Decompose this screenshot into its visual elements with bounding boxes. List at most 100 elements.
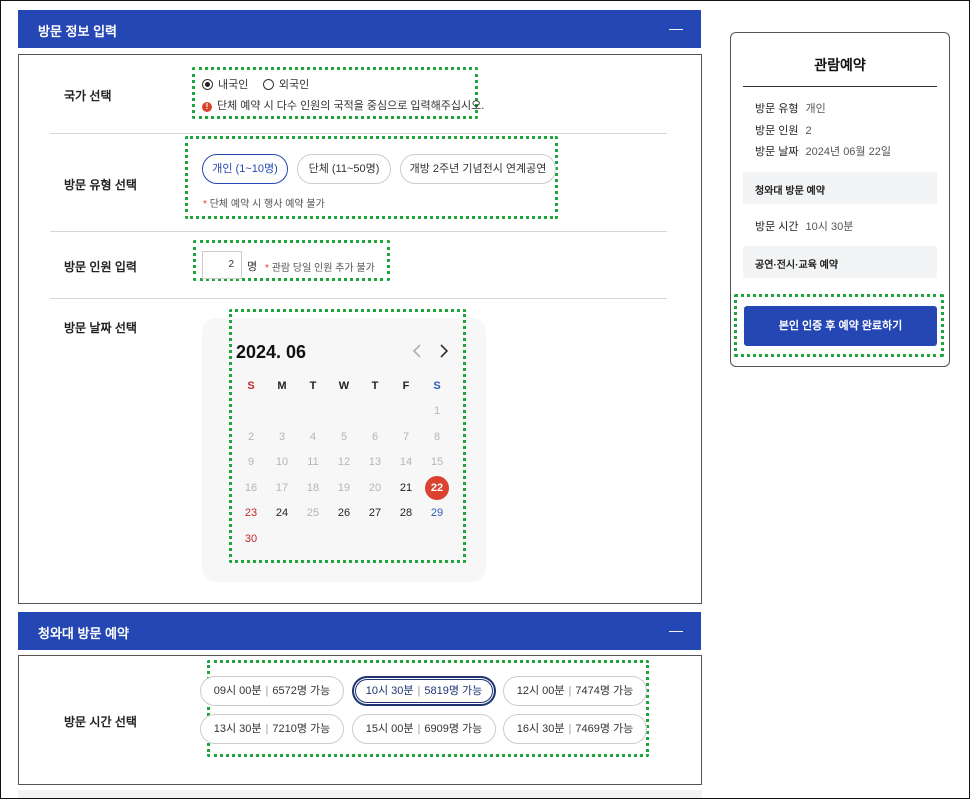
time-slot-capacity: 7210명 가능 <box>272 723 331 735</box>
chevron-left-icon[interactable] <box>412 344 422 363</box>
visit-info-header: 방문 정보 입력 — <box>18 10 701 48</box>
calendar-day: 1 <box>433 405 441 417</box>
calendar-day[interactable]: 28 <box>394 501 418 525</box>
calendar-month-title: 2024. 06 <box>236 342 307 362</box>
calendar-day: 5 <box>340 431 348 443</box>
radio-domestic-dot[interactable] <box>202 78 213 90</box>
time-slot-time: 13시 30분 <box>213 723 262 735</box>
separator: | <box>417 723 421 735</box>
visit-type-anniversary-button[interactable]: 개방 2주년 기념전시 연계공연 <box>400 154 556 184</box>
calendar-day: 8 <box>433 431 441 443</box>
time-label: 방문 시간 선택 <box>64 715 137 729</box>
nationality-label: 국가 선택 <box>64 89 112 103</box>
calendar-day: 3 <box>278 431 286 443</box>
visit-info-title: 방문 정보 입력 <box>38 24 117 39</box>
summary-key: 방문 시간 <box>755 221 799 233</box>
time-slot-button[interactable]: 09시 00분 | 6572명 가능 <box>200 676 344 706</box>
cheongwadae-header: 청와대 방문 예약 — <box>18 612 701 650</box>
summary-divider <box>743 86 937 87</box>
calendar-day: 15 <box>430 456 444 468</box>
nationality-radio-group: 내국인 외국인 <box>202 76 309 95</box>
time-slot-capacity: 6909명 가능 <box>424 723 483 735</box>
time-slot-time: 09시 00분 <box>213 685 262 697</box>
summary-value: 2024년 06월 22일 <box>805 146 891 158</box>
minus-icon[interactable]: — <box>669 622 683 638</box>
separator: | <box>417 685 421 697</box>
divider <box>50 298 667 299</box>
time-slot-time: 12시 00분 <box>516 685 565 697</box>
summary-key: 방문 인원 <box>755 125 799 137</box>
time-slot-time: 10시 30분 <box>365 685 414 697</box>
nationality-warning: ! 단체 예약 시 다수 인원의 국적을 중심으로 입력해주십시오. <box>202 97 484 113</box>
calendar-day[interactable]: 26 <box>332 501 356 525</box>
time-slot-button[interactable]: 13시 30분 | 7210명 가능 <box>200 714 344 744</box>
separator: | <box>265 723 269 735</box>
visit-type-label: 방문 유형 선택 <box>64 178 137 192</box>
weekday-header: S <box>247 380 255 392</box>
summary-row-date: 방문 날짜 2024년 06월 22일 <box>755 143 891 159</box>
calendar-day: 19 <box>337 482 351 494</box>
time-slot-capacity: 6572명 가능 <box>272 685 331 697</box>
cheongwadae-title: 청와대 방문 예약 <box>38 626 129 641</box>
chevron-right-icon[interactable] <box>439 344 449 363</box>
radio-foreign-label: 외국인 <box>278 79 310 91</box>
time-slot-button[interactable]: 10시 30분 | 5819명 가능 <box>352 676 496 706</box>
calendar-day: 7 <box>402 431 410 443</box>
date-label: 방문 날짜 선택 <box>64 321 137 335</box>
reservation-summary: 관람예약 방문 유형 개인 방문 인원 2 방문 날짜 2024년 06월 22일 청… <box>730 32 950 367</box>
summary-row-type: 방문 유형 개인 <box>755 100 826 116</box>
calendar-day: 17 <box>275 482 289 494</box>
time-slot-button[interactable]: 12시 00분 | 7474명 가능 <box>503 676 647 706</box>
minus-icon[interactable]: — <box>669 20 683 36</box>
headcount-input[interactable]: 2 <box>202 251 242 279</box>
visit-type-group-button[interactable]: 단체 (11~50명) <box>297 154 391 184</box>
time-slot-button[interactable]: 16시 30분 | 7469명 가능 <box>503 714 647 744</box>
separator: | <box>568 685 572 697</box>
visit-type-note-text: 단체 예약 시 행사 예약 불가 <box>209 199 325 210</box>
calendar-day: 12 <box>337 456 351 468</box>
calendar-day[interactable]: 27 <box>363 501 387 525</box>
calendar-day: 13 <box>368 456 382 468</box>
divider <box>50 231 667 232</box>
summary-key: 방문 유형 <box>755 103 799 115</box>
calendar-day: 20 <box>368 482 382 494</box>
weekday-header: W <box>338 380 350 392</box>
calendar-day: 10 <box>275 456 289 468</box>
calendar-day[interactable]: 24 <box>270 501 294 525</box>
radio-domestic-label: 내국인 <box>218 79 249 91</box>
weekday-header: F <box>402 380 410 392</box>
summary-value: 10시 30분 <box>805 221 854 233</box>
visit-type-individual-button[interactable]: 개인 (1~10명) <box>202 154 288 184</box>
summary-title: 관람예약 <box>814 57 866 73</box>
headcount-note: * 관람 당일 인원 추가 불가 <box>265 259 375 274</box>
calendar-day: 18 <box>306 482 320 494</box>
required-star: * <box>265 263 269 274</box>
required-star: * <box>203 199 207 210</box>
headcount-unit: 명 <box>247 261 258 273</box>
next-section-edge <box>18 790 702 799</box>
time-slot-button[interactable]: 15시 00분 | 6909명 가능 <box>352 714 496 744</box>
weekday-header: T <box>371 380 379 392</box>
calendar-day[interactable]: 23 <box>239 501 263 525</box>
summary-row-count: 방문 인원 2 <box>755 122 812 138</box>
radio-foreign-dot[interactable] <box>262 78 274 90</box>
calendar-day: 14 <box>399 456 413 468</box>
weekday-header: S <box>433 380 441 392</box>
radio-foreign[interactable]: 외국인 <box>262 76 310 92</box>
complete-reservation-button[interactable]: 본인 인증 후 예약 완료하기 <box>744 306 937 346</box>
calendar-day: 25 <box>306 507 320 519</box>
radio-domestic[interactable]: 내국인 <box>202 76 248 92</box>
summary-value: 개인 <box>805 103 826 115</box>
headcount-label: 방문 인원 입력 <box>64 260 137 274</box>
calendar-day: 2 <box>247 431 255 443</box>
calendar-day-selected[interactable]: 22 <box>425 476 449 500</box>
calendar-day[interactable]: 21 <box>394 476 418 500</box>
calendar-day[interactable]: 29 <box>425 501 449 525</box>
time-slot-time: 15시 00분 <box>365 723 414 735</box>
calendar-day[interactable]: 30 <box>239 527 263 551</box>
time-slot-capacity: 7474명 가능 <box>575 685 634 697</box>
nationality-warning-text: 단체 예약 시 다수 인원의 국적을 중심으로 입력해주십시오. <box>217 100 485 112</box>
separator: | <box>568 723 572 735</box>
calendar-day: 9 <box>247 456 255 468</box>
separator: | <box>265 685 269 697</box>
